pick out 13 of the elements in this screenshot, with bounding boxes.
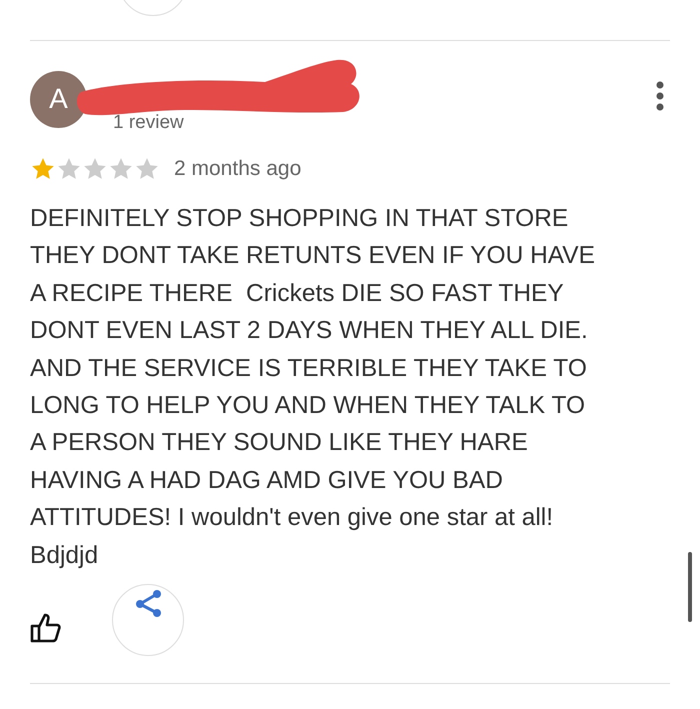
- review-text: DEFINITELY STOP SHOPPING IN THAT STORE THEY DONT TAKE RETUNTS EVEN IF YOU HAVE A RECIPE THERE Crickets DIE SO FAST THEY DONT EVEN LAST 2 DAYS WHEN THEY ALL DIE. AND THE SERVICE IS TERRIBLE THEY TAKE TO LONG TO HELP YOU AND WHEN THEY TALK TO A PERSON THEY SOUND LIKE THEY HARE HAVING A HAD DAG AMD GIVE YOU BAD ATTITUDES! I wouldn't even give one star at all! Bdjdjd: [30, 204, 596, 571]
- star-icon: [82, 156, 108, 182]
- star-icon: [30, 156, 56, 182]
- share-icon: [133, 589, 163, 620]
- thumbs-up-icon[interactable]: [30, 613, 62, 644]
- avatar: A: [30, 70, 87, 128]
- star-icon: [108, 156, 134, 182]
- scrollbar[interactable]: [688, 552, 692, 622]
- more-options-icon[interactable]: [656, 81, 664, 111]
- review-count: 1 review: [113, 112, 184, 134]
- star-icon: [56, 156, 82, 182]
- star-icon: [134, 156, 160, 182]
- review-time: 2 months ago: [174, 157, 302, 181]
